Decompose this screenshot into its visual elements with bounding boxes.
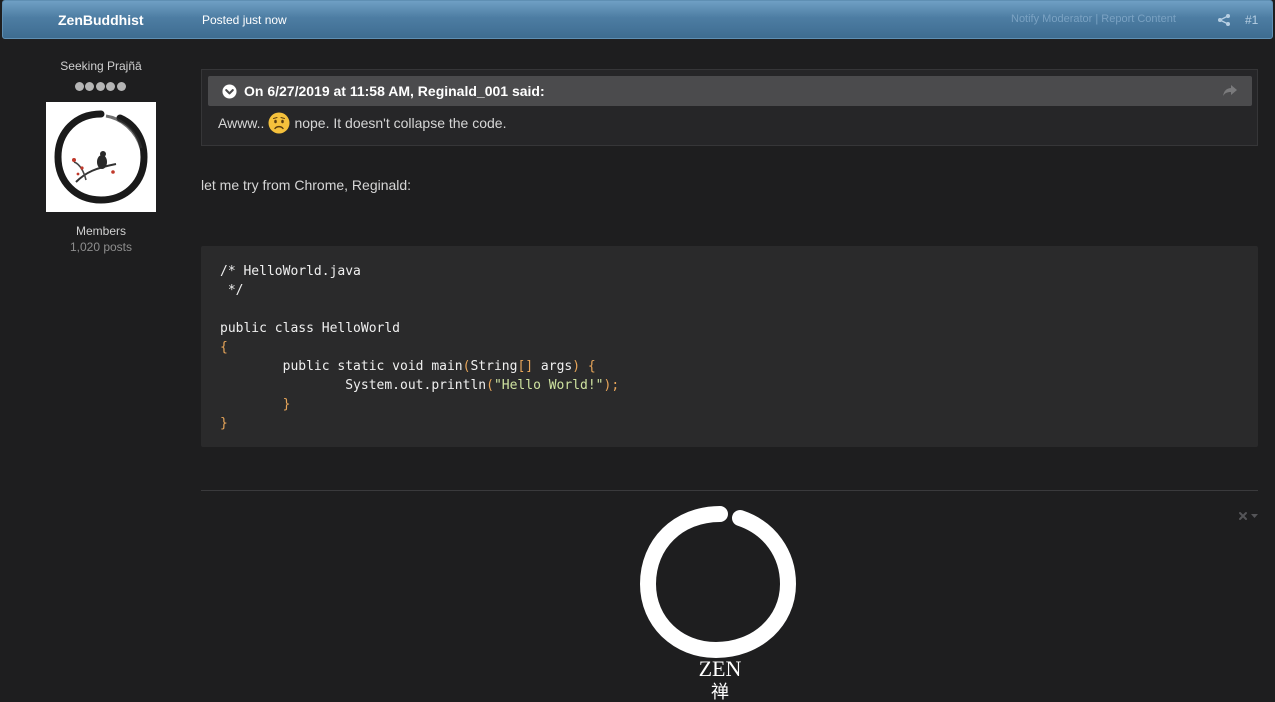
code-line: /* HelloWorld.java	[220, 264, 361, 279]
rank-title: Seeking Prajñā	[60, 59, 142, 73]
chevron-circle-down-icon[interactable]	[222, 84, 237, 99]
rank-pip	[95, 82, 105, 91]
share-icon[interactable]	[1217, 13, 1231, 27]
reply-arrow-icon[interactable]	[1222, 84, 1238, 98]
code-line: public class HelloWorld	[220, 321, 401, 336]
logo-text: ZEN	[699, 656, 742, 681]
post-header: ZenBuddhist Posted just now Notify Moder…	[2, 0, 1273, 39]
logo-glyph: 禅	[711, 682, 729, 702]
close-dropdown-icon[interactable]	[1238, 511, 1260, 521]
code-line: System.out.println("Hello World!");	[220, 378, 620, 393]
author-name-link[interactable]: ZenBuddhist	[58, 12, 144, 28]
quote-text-after: nope. It doesn't collapse the code.	[294, 115, 507, 131]
avatar[interactable]	[46, 102, 156, 212]
quote-body: Awww.. nope. It doesn't collapse the cod…	[218, 112, 506, 134]
code-line: public static void main(String[] args) {	[220, 359, 596, 374]
quote-block: On 6/27/2019 at 11:58 AM, Reginald_001 s…	[201, 69, 1258, 146]
code-line: {	[220, 340, 228, 355]
rank-pips	[74, 78, 128, 91]
worried-face-emoji	[268, 112, 290, 134]
posted-time[interactable]: Posted just now	[202, 13, 287, 27]
post-body-text: let me try from Chrome, Reginald:	[201, 177, 412, 193]
member-group: Members	[75, 224, 126, 238]
rank-pip	[116, 82, 126, 91]
code-line: }	[220, 416, 228, 431]
quote-citation: On 6/27/2019 at 11:58 AM, Reginald_001 s…	[244, 83, 545, 99]
zen-enso-logo: ZEN 禅	[639, 506, 797, 702]
post-number-link[interactable]: #1	[1245, 13, 1258, 27]
code-lines: /* HelloWorld.java */ ​ public class Hello…	[220, 262, 619, 433]
code-line: }	[282, 397, 291, 412]
code-line: */	[220, 283, 244, 298]
post-count: 1,020 posts	[69, 240, 133, 254]
code-block[interactable]: /* HelloWorld.java */ ​ public class Hello…	[201, 246, 1258, 447]
signature-divider	[201, 490, 1258, 491]
quote-text-before: Awww..	[218, 115, 265, 131]
quote-citation-bar[interactable]: On 6/27/2019 at 11:58 AM, Reginald_001 s…	[208, 76, 1252, 106]
rank-pip	[75, 82, 85, 91]
rank-pip	[85, 82, 95, 91]
moderator-actions[interactable]: Notify Moderator | Report Content	[1011, 13, 1176, 25]
code-line: ​	[220, 300, 619, 319]
rank-pip	[106, 82, 116, 91]
